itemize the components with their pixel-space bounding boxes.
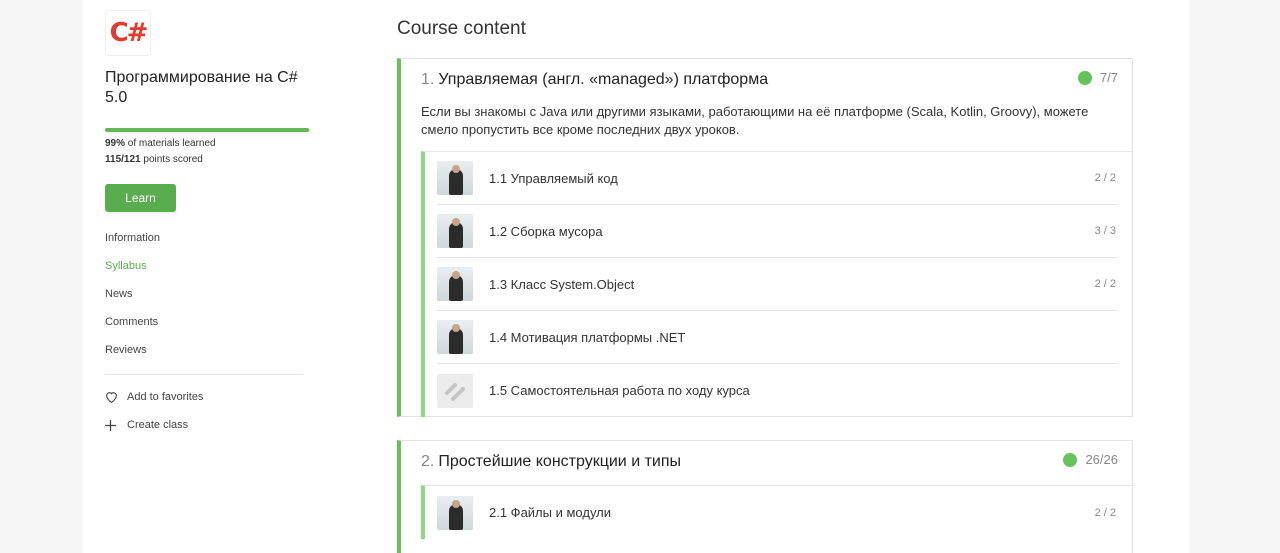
module-title: 1. Управляемая (англ. «managed») платформ… [421,69,1118,91]
lesson-score: 2 / 2 [1094,172,1116,184]
lesson-title: 1.2 Сборка мусора [489,223,603,239]
lesson-item[interactable]: 1.5 Самостоятельная работа по ходу курса [437,364,1118,417]
lesson-item[interactable]: 1.4 Мотивация платформы .NET [437,311,1118,364]
module-number: 2. [421,453,435,470]
lesson-list: 1.1 Управляемый код 2 / 2 1.2 Сборка мус… [421,151,1132,417]
sidebar-item-comments[interactable]: Comments [105,308,311,336]
sidebar-item-information[interactable]: Information [105,224,311,252]
points-stat: 115/121 points scored [105,154,311,166]
logo-csharp-icon: C# [109,18,149,48]
heart-icon [105,391,119,403]
main-content: Course content 1. Управляемая (англ. «man… [323,0,1189,553]
course-logo[interactable]: C# [105,10,151,56]
lesson-item[interactable]: 1.1 Управляемый код 2 / 2 [437,152,1118,205]
lesson-title: 1.5 Самостоятельная работа по ходу курса [489,383,750,398]
sidebar-item-news[interactable]: News [105,280,311,308]
points-value: 115/121 [105,154,141,165]
module-1: 1. Управляемая (англ. «managed») платформ… [397,58,1133,417]
lesson-placeholder-icon [437,373,473,408]
module-progress: 7/7 [1099,70,1118,85]
sidebar-item-reviews[interactable]: Reviews [105,336,311,364]
lesson-item[interactable]: 2.1 Файлы и модули 2 / 2 [437,486,1118,539]
lesson-thumbnail [437,161,473,195]
create-class-button[interactable]: Create class [105,411,311,439]
create-class-label: Create class [127,419,189,431]
lesson-list: 2.1 Файлы и модули 2 / 2 [421,485,1132,539]
module-status: 26/26 [1063,452,1118,467]
sidebar-divider [105,374,303,375]
learn-button[interactable]: Learn [105,184,176,212]
lesson-score: 2 / 2 [1094,278,1116,290]
lesson-item[interactable]: 1.2 Сборка мусора 3 / 3 [437,205,1118,258]
module-title: 2. Простейшие конструкции и типы [421,451,1118,473]
lesson-score: 3 / 3 [1094,225,1116,237]
lesson-thumbnail [437,214,473,248]
materials-pct: 99% [105,138,126,149]
module-progress: 26/26 [1085,452,1118,467]
module-header[interactable]: 2. Простейшие конструкции и типы 26/26 [401,441,1132,485]
course-title: Программирование на C# 5.0 [105,69,298,106]
complete-status-icon [1077,70,1092,85]
add-favorites-button[interactable]: Add to favorites [105,383,311,411]
sidebar-nav: Information Syllabus News Comments Revie… [105,224,311,364]
lesson-title: 1.1 Управляемый код [489,170,618,186]
lesson-thumbnail [437,267,473,301]
lesson-item[interactable]: 1.3 Класс System.Object 2 / 2 [437,258,1118,311]
lesson-thumbnail [437,320,473,354]
module-header[interactable]: 1. Управляемая (англ. «managed») платформ… [401,59,1132,151]
lesson-thumbnail [437,495,473,530]
complete-status-icon [1063,452,1078,467]
lesson-title: 1.4 Мотивация платформы .NET [489,329,686,345]
points-label: points scored [143,154,203,165]
progress-fill [105,128,309,132]
add-favorites-label: Add to favorites [127,391,204,403]
plus-icon [105,419,119,431]
lesson-title: 2.1 Файлы и модули [489,505,612,520]
module-2: 2. Простейшие конструкции и типы 26/26 2.… [397,440,1133,553]
materials-stat: 99% of materials learned [105,138,311,150]
module-number: 1. [421,71,435,88]
module-description: Если вы знакомы с Java или другими языка… [421,104,1089,137]
module-title-text: Управляемая (англ. «managed») платформа [438,71,769,88]
lesson-title: 1.3 Класс System.Object [489,276,635,292]
sidebar-item-syllabus[interactable]: Syllabus [105,252,311,280]
lesson-score: 2 / 2 [1094,506,1116,519]
progress-bar [105,128,311,132]
sidebar: C# Программирование на C# 5.0 99% of mat… [83,0,323,553]
materials-label: of materials learned [127,138,216,149]
page-title: Course content [397,18,526,39]
module-status: 7/7 [1077,70,1118,85]
module-title-text: Простейшие конструкции и типы [438,453,681,470]
